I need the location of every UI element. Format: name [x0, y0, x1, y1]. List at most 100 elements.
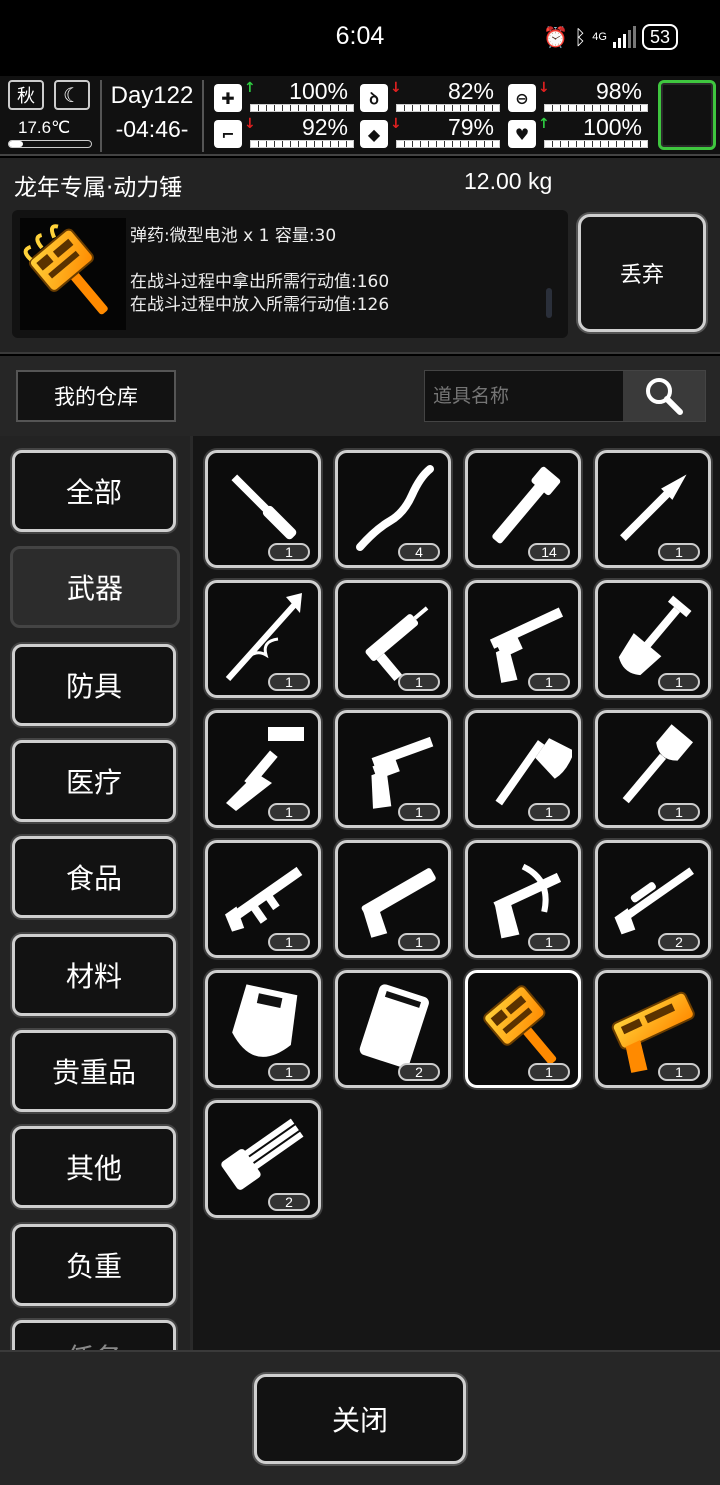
item-count: 1 [398, 673, 440, 691]
item-slot-selected[interactable]: 1 [465, 970, 581, 1088]
sniper-rifle-icon [614, 867, 694, 935]
dragon-blaster-icon [611, 991, 695, 1073]
item-count: 2 [398, 1063, 440, 1081]
item-slot[interactable]: 1 [205, 840, 321, 958]
item-slot[interactable]: 1 [595, 450, 711, 568]
system-icons: ⏰ ᛒ 4G 53 [543, 24, 678, 50]
category-weapons[interactable]: 武器 [10, 546, 180, 628]
caulk-gun-icon [365, 606, 429, 682]
pump-shotgun-icon [361, 868, 436, 938]
moon-icon: ☾ [54, 80, 90, 110]
item-slot[interactable]: 1 [595, 580, 711, 698]
item-grid: 1 4 14 1 1 1 1 1 1 1 1 1 1 1 1 2 1 2 1 1… [190, 436, 720, 1350]
item-slot[interactable]: 2 [335, 970, 451, 1088]
item-count: 1 [658, 1063, 700, 1081]
stat-value: 79% [447, 114, 494, 140]
item-slot[interactable]: 1 [205, 450, 321, 568]
item-count: 1 [398, 803, 440, 821]
category-food[interactable]: 食品 [12, 836, 176, 918]
stat-bar [250, 140, 354, 148]
search-input[interactable] [425, 371, 625, 421]
item-count: 1 [528, 1063, 570, 1081]
stat-bar [250, 104, 354, 112]
close-button[interactable]: 关闭 [254, 1374, 466, 1464]
description-scrollbar[interactable] [546, 288, 552, 318]
item-slot[interactable]: 1 [595, 970, 711, 1088]
item-slot[interactable]: 1 [465, 580, 581, 698]
stat-bar [396, 140, 500, 148]
stat-value: 100% [583, 114, 642, 140]
status-bar: 6:04 ⏰ ᛒ 4G 53 [0, 0, 720, 76]
trend-down-icon: ↓ [538, 80, 550, 96]
description-line: 在战斗过程中拿出所需行动值:160 [130, 272, 390, 292]
battery-icon: 53 [641, 24, 678, 50]
item-slot[interactable]: 1 [595, 710, 711, 828]
shotgun-revolver-icon [489, 607, 564, 683]
status-slot-button[interactable] [658, 80, 716, 150]
search-button[interactable] [623, 371, 705, 421]
item-slot[interactable]: 1 [335, 710, 451, 828]
item-slot[interactable]: 1 [335, 840, 451, 958]
my-warehouse-button[interactable]: 我的仓库 [16, 370, 176, 422]
trend-up-icon: ↑ [538, 116, 550, 132]
item-count: 4 [398, 543, 440, 561]
item-count: 1 [528, 933, 570, 951]
trend-up-icon: ↑ [244, 80, 256, 96]
item-slot[interactable]: 2 [205, 1100, 321, 1218]
crossbow-icon [493, 863, 562, 939]
item-slot[interactable]: 4 [335, 450, 451, 568]
category-valuables[interactable]: 贵重品 [12, 1030, 176, 1112]
category-medical[interactable]: 医疗 [12, 740, 176, 822]
category-all[interactable]: 全部 [12, 450, 176, 532]
description-line-clipped [130, 210, 389, 225]
capsule-icon: ⊖ [508, 84, 536, 112]
description-lines: 弹药:微型电池 x 1 容量:30 在战斗过程中拿出所需行动值:160 在战斗过… [130, 210, 389, 317]
stat-mood: ♥ ↑ 100% [508, 114, 648, 150]
stat-value: 98% [595, 78, 642, 104]
item-count: 1 [268, 803, 310, 821]
survival-hud: 秋 ☾ 17.6℃ Day122 -04:46- ✚ ↑ 100% ꝺ ↓ 82… [0, 76, 720, 156]
category-other[interactable]: 其他 [12, 1126, 176, 1208]
item-weight: 12.00 kg [464, 168, 553, 194]
category-sidebar[interactable]: 全部 武器 防具 医疗 食品 材料 贵重品 其他 负重 任务 [0, 436, 190, 1350]
item-slot[interactable]: 1 [465, 840, 581, 958]
item-slot[interactable]: 1 [205, 580, 321, 698]
pipe-wrench-club-icon [492, 466, 561, 544]
item-count: 1 [268, 933, 310, 951]
alarm-icon: ⏰ [543, 25, 569, 49]
description-line: 在战斗过程中放入所需行动值:126 [130, 295, 390, 315]
item-slot[interactable]: 1 [465, 710, 581, 828]
category-armor[interactable]: 防具 [12, 644, 176, 726]
item-slot[interactable]: 1 [205, 970, 321, 1088]
stat-thirst: ◆ ↓ 79% [360, 114, 500, 150]
category-materials[interactable]: 材料 [12, 934, 176, 1016]
medkit-icon: ✚ [214, 84, 242, 112]
temperature-bar [8, 140, 92, 148]
search-icon [646, 378, 683, 415]
warehouse-bar: 我的仓库 [0, 356, 720, 436]
boot-icon: ⌐ [214, 120, 242, 148]
item-description[interactable]: 弹药:微型电池 x 1 容量:30 在战斗过程中拿出所需行动值:160 在战斗过… [12, 210, 568, 338]
item-count: 1 [268, 1063, 310, 1081]
twisted-staff-icon [356, 465, 434, 551]
item-slot[interactable]: 14 [465, 450, 581, 568]
trend-down-icon: ↓ [244, 116, 256, 132]
temperature: 17.6℃ [18, 118, 71, 137]
stat-medicine: ⊖ ↓ 98% [508, 78, 648, 114]
revolver-icon [371, 736, 434, 809]
category-quest[interactable]: 任务 [12, 1320, 176, 1350]
item-count: 1 [398, 933, 440, 951]
discard-button[interactable]: 丢弃 [578, 214, 706, 332]
power-hammer-icon [23, 224, 108, 315]
category-load[interactable]: 负重 [12, 1224, 176, 1306]
item-slot[interactable]: 1 [205, 710, 321, 828]
vine-spear-icon [225, 593, 302, 682]
item-slot[interactable]: 1 [335, 580, 451, 698]
stat-bar [544, 140, 648, 148]
season-badge: 秋 [8, 80, 44, 110]
item-slot[interactable]: 2 [595, 840, 711, 958]
trend-down-icon: ↓ [390, 116, 402, 132]
item-count: 2 [268, 1193, 310, 1211]
power-hammer-icon [483, 985, 557, 1065]
game-time: -04:46- [115, 116, 189, 142]
